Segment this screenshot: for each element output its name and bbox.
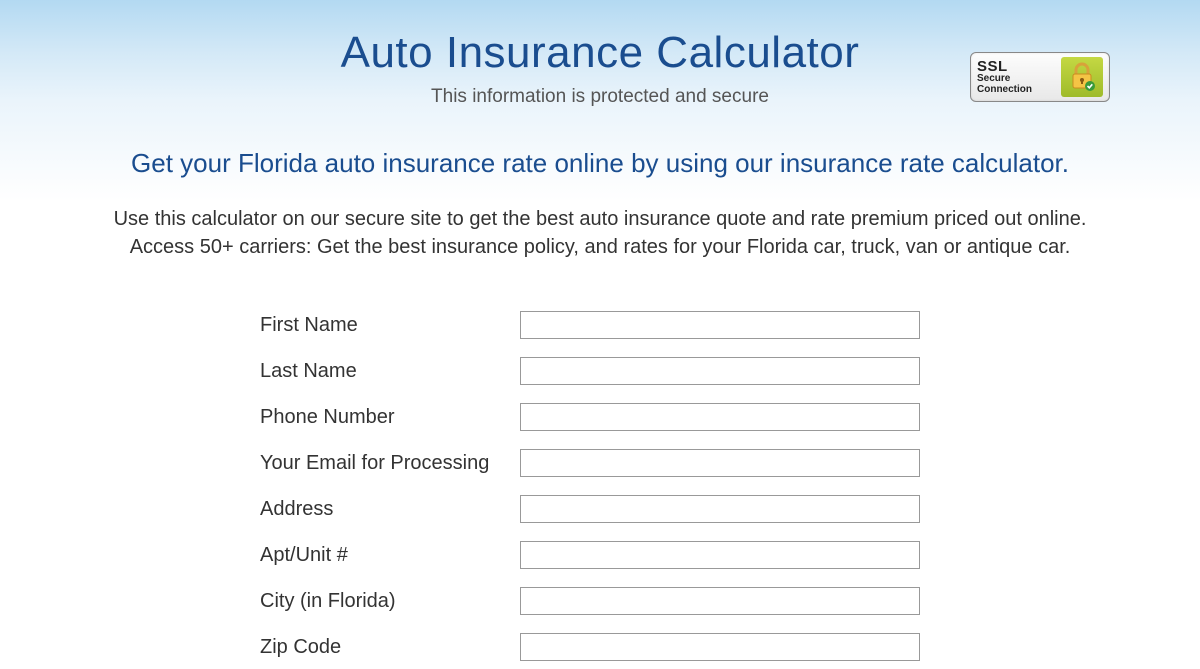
intro-heading: Get your Florida auto insurance rate onl…	[0, 148, 1200, 179]
intro-body-line2: Access 50+ carriers: Get the best insura…	[130, 236, 1071, 258]
ssl-line3: Connection	[977, 85, 1061, 96]
label-email: Your Email for Processing	[260, 452, 520, 475]
label-address: Address	[260, 498, 520, 521]
input-apt[interactable]	[520, 541, 920, 569]
input-address[interactable]	[520, 495, 920, 523]
label-apt: Apt/Unit #	[260, 544, 520, 567]
lock-icon	[1061, 57, 1103, 97]
intro-body: Use this calculator on our secure site t…	[0, 205, 1200, 261]
intro-section: Get your Florida auto insurance rate onl…	[0, 148, 1200, 261]
input-city[interactable]	[520, 587, 920, 615]
intro-body-line1: Use this calculator on our secure site t…	[114, 208, 1087, 230]
header-area: Auto Insurance Calculator This informati…	[0, 0, 1200, 108]
label-phone: Phone Number	[260, 406, 520, 429]
ssl-line1: SSL	[977, 59, 1061, 75]
input-first-name[interactable]	[520, 311, 920, 339]
input-last-name[interactable]	[520, 357, 920, 385]
form-area: First Name Last Name Phone Number Your E…	[260, 311, 940, 661]
input-email[interactable]	[520, 449, 920, 477]
form-row-address: Address	[260, 495, 940, 523]
form-row-apt: Apt/Unit #	[260, 541, 940, 569]
label-first-name: First Name	[260, 314, 520, 337]
label-last-name: Last Name	[260, 360, 520, 383]
input-phone[interactable]	[520, 403, 920, 431]
form-row-city: City (in Florida)	[260, 587, 940, 615]
label-zip: Zip Code	[260, 636, 520, 659]
label-city: City (in Florida)	[260, 590, 520, 613]
form-row-phone: Phone Number	[260, 403, 940, 431]
form-row-first-name: First Name	[260, 311, 940, 339]
form-row-email: Your Email for Processing	[260, 449, 940, 477]
ssl-badge: SSL Secure Connection	[970, 52, 1110, 102]
ssl-badge-text: SSL Secure Connection	[977, 59, 1061, 96]
form-row-zip: Zip Code	[260, 633, 940, 661]
form-row-last-name: Last Name	[260, 357, 940, 385]
input-zip[interactable]	[520, 633, 920, 661]
